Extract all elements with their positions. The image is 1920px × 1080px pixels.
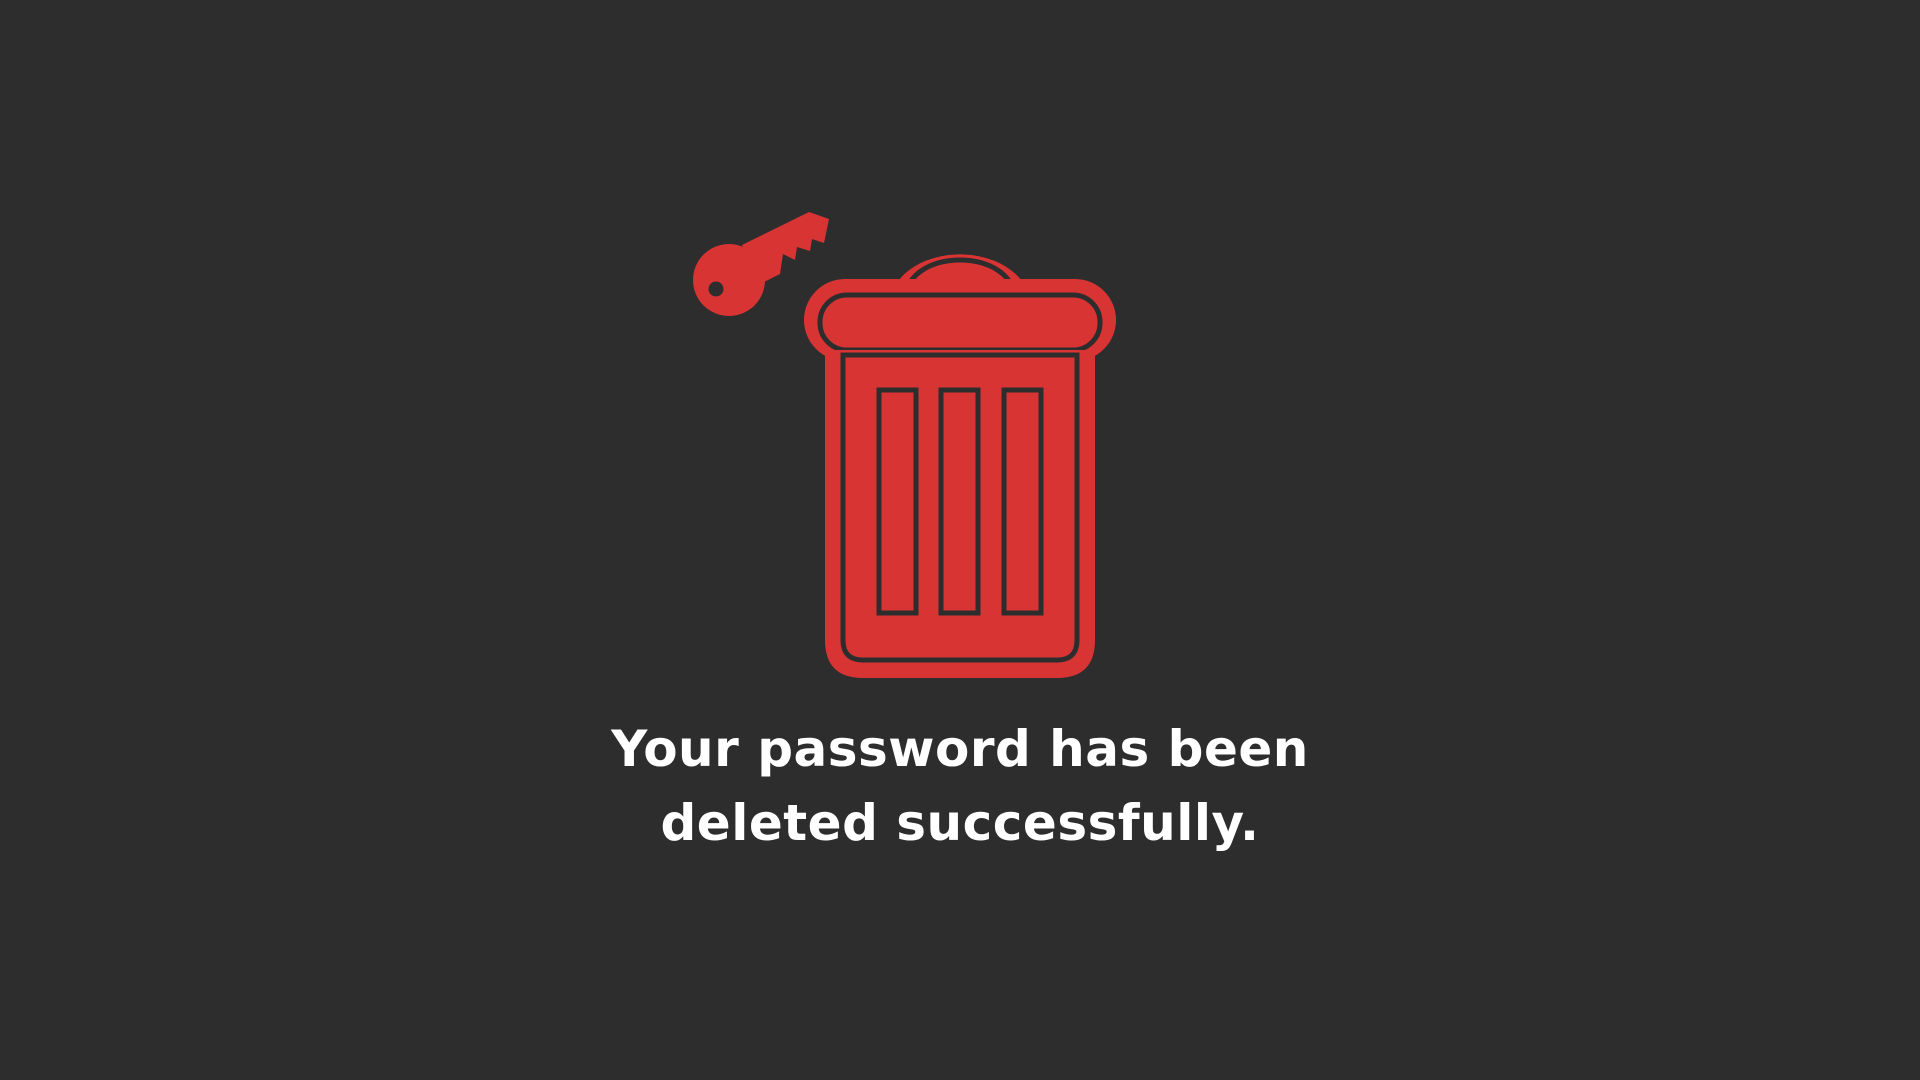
success-message-line-2: deleted successfully.: [660, 794, 1260, 852]
deleted-password-illustration: [693, 212, 1116, 678]
password-deleted-screen: Your password has been deleted successfu…: [0, 0, 1920, 1080]
success-message-line-1: Your password has been: [611, 720, 1309, 778]
trash-can-icon: [804, 254, 1116, 678]
success-message: Your password has been deleted successfu…: [0, 712, 1920, 860]
key-icon: [693, 212, 829, 316]
